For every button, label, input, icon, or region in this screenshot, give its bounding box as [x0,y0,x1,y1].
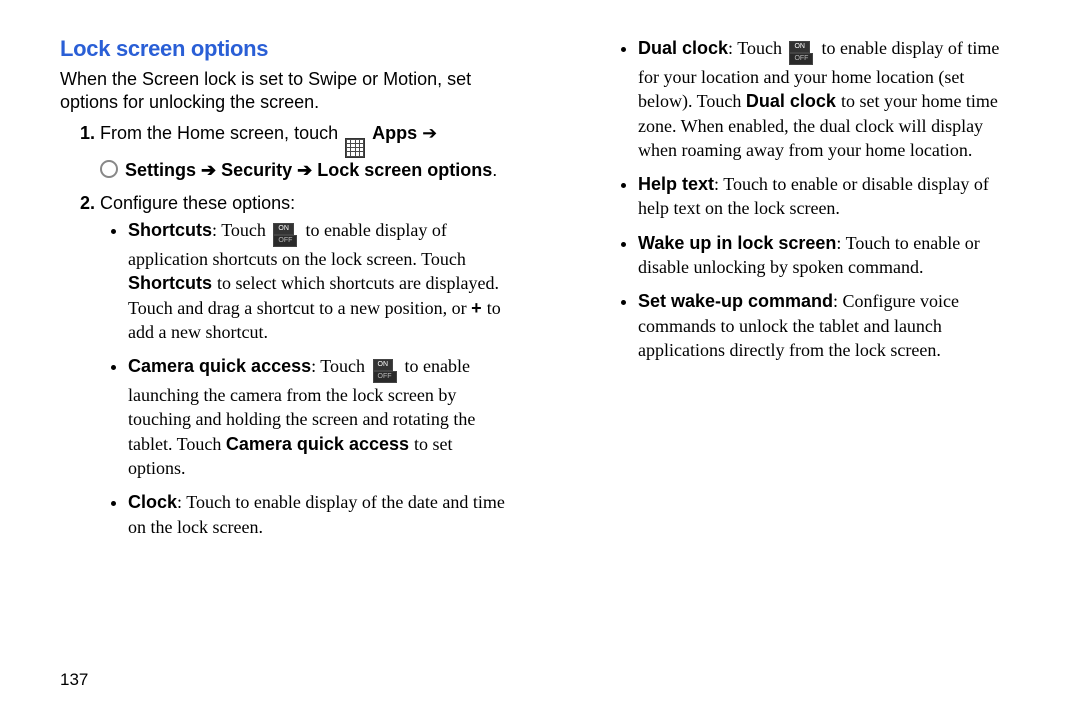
inline-label: Shortcuts [128,273,212,293]
manual-page: Lock screen options When the Screen lock… [0,0,1080,656]
intro-paragraph: When the Screen lock is set to Swipe or … [60,68,510,115]
step-1: From the Home screen, touch Apps ➔ Setti… [100,121,510,183]
option-label: Dual clock [638,38,728,58]
option-clock: Clock: Touch to enable display of the da… [128,490,510,539]
inline-label: Dual clock [746,91,836,111]
option-label: Camera quick access [128,356,311,376]
option-text: : Touch [728,38,786,58]
section-title: Lock screen options [60,36,510,62]
toggle-on: ON [373,359,394,371]
plus-icon: + [471,298,482,318]
page-number: 137 [60,670,88,690]
option-help-text: Help text: Touch to enable or disable di… [638,172,1020,221]
option-label: Help text [638,174,714,194]
toggle-on-off: ONOFF [789,41,813,65]
toggle-on-off: ONOFF [273,223,297,247]
option-label: Wake up in lock screen [638,233,836,253]
arrow-icon: ➔ [422,123,437,143]
step2-prefix: Configure these options: [100,193,295,213]
toggle-off: OFF [273,235,297,247]
option-set-wake-command: Set wake-up command: Configure voice com… [638,289,1020,362]
toggle-off: OFF [373,371,397,383]
toggle-on-off: ONOFF [373,359,397,383]
option-text: : Touch [311,356,369,376]
option-camera: Camera quick access: Touch ONOFF to enab… [128,354,510,480]
toggle-on: ON [789,41,810,53]
inline-label: Camera quick access [226,434,409,454]
option-label: Clock [128,492,177,512]
apps-icon [345,138,365,158]
toggle-on: ON [273,223,294,235]
option-label: Shortcuts [128,220,212,240]
toggle-off: OFF [789,53,813,65]
gear-icon [100,160,118,178]
option-shortcuts: Shortcuts: Touch ONOFF to enable display… [128,218,510,344]
nav-path: Settings ➔ Security ➔ Lock screen option… [125,160,492,180]
apps-label: Apps [372,123,417,143]
option-text: : Touch to enable display of the date an… [128,492,505,536]
option-wake-up: Wake up in lock screen: Touch to enable … [638,231,1020,280]
step1-prefix: From the Home screen, touch [100,123,343,143]
option-label: Set wake-up command [638,291,833,311]
option-dual-clock: Dual clock: Touch ONOFF to enable displa… [638,36,1020,162]
option-text: : Touch [212,220,270,240]
steps-list: From the Home screen, touch Apps ➔ Setti… [60,36,1020,636]
